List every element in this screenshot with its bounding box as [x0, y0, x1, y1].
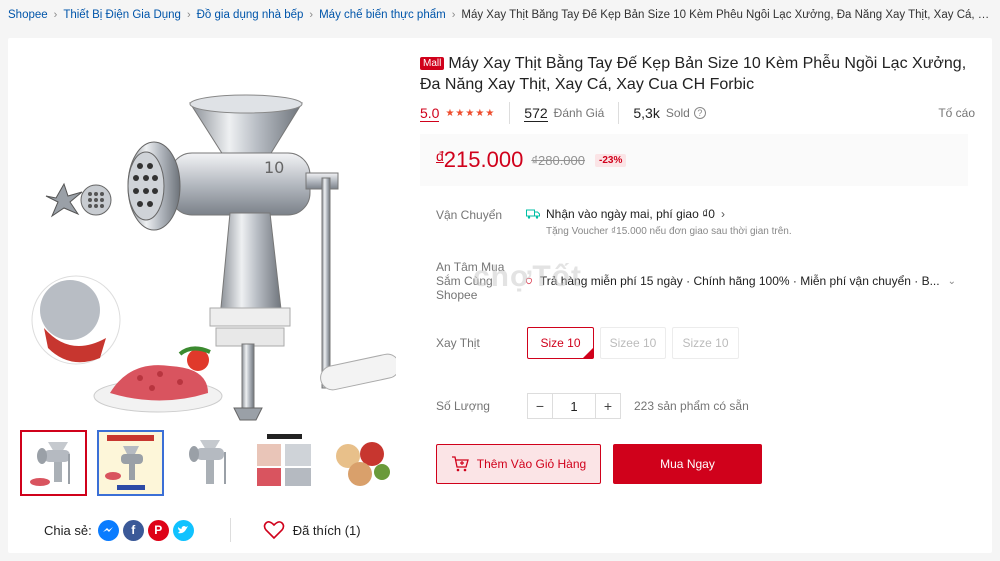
thumbnail-strip	[20, 430, 396, 496]
decrease-quantity-button[interactable]: −	[527, 393, 553, 419]
chevron-right-icon: ›	[451, 9, 456, 21]
breadcrumb-kitchen[interactable]: Đồ gia dụng nhà bếp	[197, 9, 304, 21]
variant-option-size-10[interactable]: Size 10	[527, 327, 594, 359]
svg-text:10: 10	[264, 158, 284, 177]
thumbnail-grinder-image	[22, 432, 85, 494]
assurance-info[interactable]: Trả hàng miễn phí 15 ngày · Chính hãng 1…	[526, 274, 956, 288]
shield-icon	[526, 277, 532, 285]
share-row: Chia sẻ: f P Đã thích (1)	[44, 518, 361, 542]
price-box: đ215.000 ₫280.000 -23%	[420, 134, 968, 186]
heart-icon	[263, 521, 284, 540]
breadcrumb-current: Máy Xay Thịt Bằng Tay Đế Kẹp Bản Size 10…	[461, 9, 992, 21]
discount-badge: -23%	[595, 153, 627, 167]
breadcrumb-shopee[interactable]: Shopee	[8, 9, 48, 21]
assurance-label: An Tâm Mua Sắm Cùng Shopee	[436, 260, 504, 302]
currency-symbol: đ	[436, 148, 444, 164]
breadcrumb-appliances[interactable]: Thiết Bị Điện Gia Dụng	[63, 9, 181, 21]
breadcrumb-food-processor[interactable]: Máy chế biến thực phẩm	[319, 9, 446, 21]
assurance-label-line2: Sắm Cùng	[436, 274, 493, 288]
twitter-icon[interactable]	[172, 519, 194, 541]
pinterest-icon[interactable]: P	[147, 519, 169, 541]
product-card: 10 Chia sẻ: f P Đã thích (1) Mall Máy Xa…	[8, 38, 992, 553]
shipping-main-text: Nhận vào ngày mai, phí giao ₫0	[546, 207, 715, 221]
messenger-icon[interactable]	[97, 519, 119, 541]
meat-grinder-image: 10	[31, 94, 396, 421]
add-to-cart-button[interactable]: Thêm Vào Giỏ Hàng	[436, 444, 601, 484]
product-title: Mall Máy Xay Thịt Bằng Tay Đế Kẹp Bản Siz…	[420, 53, 975, 95]
quantity-stepper: − 1 +	[527, 393, 621, 419]
quantity-label: Số Lượng	[436, 399, 490, 413]
thumbnail-dishes-image	[330, 432, 393, 494]
breadcrumb: Shopee › Thiết Bị Điện Gia Dụng › Đồ gia…	[8, 6, 992, 24]
variant-label: Xay Thịt	[436, 336, 480, 350]
like-count-label: Đã thích (1)	[292, 522, 361, 538]
thumbnail-grinder-side-image	[176, 432, 239, 494]
truck-icon	[526, 209, 540, 219]
mall-badge: Mall	[420, 57, 445, 70]
chevron-right-icon: ›	[186, 9, 191, 21]
chevron-right-icon: ›	[53, 9, 58, 21]
chevron-right-icon: ›	[720, 207, 725, 221]
thumbnail-collage-image	[253, 432, 316, 494]
sold-label: Sold	[665, 106, 690, 120]
increase-quantity-button[interactable]: +	[595, 393, 621, 419]
cart-icon	[451, 456, 469, 472]
stats-divider	[618, 102, 620, 124]
chevron-right-icon: ›	[309, 9, 314, 21]
share-label: Chia sẻ:	[44, 522, 92, 538]
thumbnail-4[interactable]	[251, 430, 318, 496]
facebook-icon[interactable]: f	[122, 519, 144, 541]
rating-value[interactable]: 5.0	[420, 105, 440, 122]
assurance-label-line1: An Tâm Mua	[436, 260, 505, 274]
review-label: Đánh Giá	[553, 106, 605, 120]
share-divider	[229, 518, 231, 542]
shipping-voucher-note: Tặng Voucher ₫15.000 nếu đơn giao sau th…	[546, 226, 792, 237]
current-price: đ215.000	[436, 147, 523, 173]
product-title-text: Máy Xay Thịt Bằng Tay Đế Kẹp Bản Size 10…	[420, 55, 967, 93]
main-product-image[interactable]: 10	[20, 48, 396, 424]
add-to-cart-label: Thêm Vào Giỏ Hàng	[476, 457, 587, 471]
sold-count: 5,3k	[633, 105, 660, 121]
assurance-text: Trả hàng miễn phí 15 ngày · Chính hãng 1…	[539, 274, 940, 288]
stock-count: 223 sản phẩm có sẵn	[634, 399, 749, 413]
shipping-info[interactable]: Nhận vào ngày mai, phí giao ₫0 ›	[526, 207, 725, 221]
variant-option-sizze-10[interactable]: Sizze 10	[672, 327, 739, 359]
original-price: ₫280.000	[531, 152, 585, 168]
buy-now-button[interactable]: Mua Ngay	[613, 444, 762, 484]
chevron-down-icon: ⌄	[947, 275, 956, 287]
thumbnail-5[interactable]	[328, 430, 395, 496]
quantity-input[interactable]: 1	[553, 393, 595, 419]
product-stats: 5.0 ★★★★★ 572 Đánh Giá 5,3k Sold ? Tố cá…	[420, 102, 975, 124]
report-link[interactable]: Tố cáo	[938, 106, 975, 120]
review-count[interactable]: 572	[524, 105, 548, 122]
thumbnail-1[interactable]	[20, 430, 87, 496]
star-rating-icon: ★★★★★	[445, 107, 496, 119]
thumbnail-2[interactable]	[97, 430, 164, 496]
shipping-label: Vận Chuyển	[436, 208, 503, 222]
assurance-label-line3: Shopee	[436, 288, 478, 302]
variant-option-sizee-10[interactable]: Sizee 10	[600, 327, 666, 359]
help-icon[interactable]: ?	[693, 107, 706, 119]
like-button[interactable]: Đã thích (1)	[263, 520, 361, 540]
thumbnail-3[interactable]	[174, 430, 241, 496]
thumbnail-poster-image	[99, 432, 162, 494]
stats-divider	[509, 102, 511, 124]
current-price-value: 215.000	[443, 147, 524, 172]
